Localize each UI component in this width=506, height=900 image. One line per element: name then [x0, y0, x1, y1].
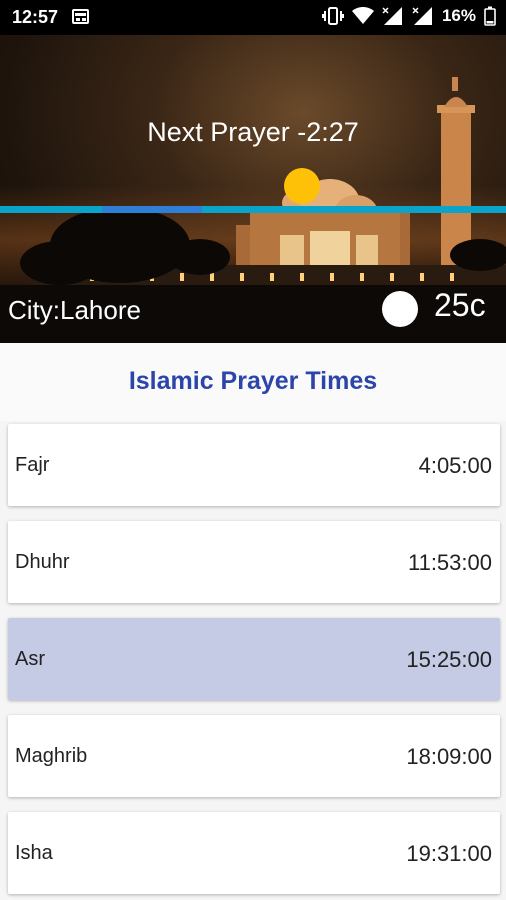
prayer-name: Maghrib: [15, 745, 88, 767]
prayer-name: Dhuhr: [15, 551, 70, 573]
temperature-label: 25c: [434, 287, 486, 323]
hero-banner: Next Prayer -2:27 City:Lahore 25c: [0, 35, 506, 343]
prayer-progress-track: [0, 206, 506, 213]
prayer-time: 15:25:00: [406, 647, 492, 672]
page-title: Islamic Prayer Times: [128, 367, 378, 395]
wifi-icon: [351, 7, 374, 24]
prayer-row-asr[interactable]: Asr 15:25:00: [8, 618, 500, 700]
title-header: Islamic Prayer Times: [0, 343, 506, 421]
prayer-row-maghrib[interactable]: Maghrib 18:09:00: [8, 715, 500, 797]
prayer-row-isha[interactable]: Isha 19:31:00: [8, 812, 500, 894]
battery-percent: 16%: [441, 6, 476, 25]
prayer-row-fajr[interactable]: Fajr 4:05:00: [8, 424, 500, 506]
signal-icon: [382, 7, 402, 25]
prayer-time: 19:31:00: [406, 841, 492, 866]
prayer-time: 11:53:00: [407, 550, 492, 575]
prayer-progress-segment: [102, 206, 202, 213]
prayer-name: Isha: [15, 842, 53, 864]
sun-icon: [284, 168, 320, 204]
calendar-icon: [72, 9, 89, 24]
signal-icon: [412, 7, 432, 25]
city-label: City:Lahore: [8, 295, 141, 325]
status-time: 12:57: [12, 7, 59, 27]
battery-icon: [484, 6, 496, 26]
prayer-name: Asr: [15, 648, 45, 670]
prayer-time: 18:09:00: [406, 744, 492, 769]
prayer-name: Fajr: [15, 454, 50, 476]
weather-icon: [382, 291, 418, 327]
prayer-row-dhuhr[interactable]: Dhuhr 11:53:00: [8, 521, 500, 603]
status-icons: 16%: [321, 6, 496, 26]
next-prayer-label: Next Prayer -2:27: [147, 117, 359, 147]
vibrate-icon: [321, 7, 344, 25]
prayer-time: 4:05:00: [418, 453, 492, 478]
status-bar: 12:57 16%: [0, 0, 506, 35]
